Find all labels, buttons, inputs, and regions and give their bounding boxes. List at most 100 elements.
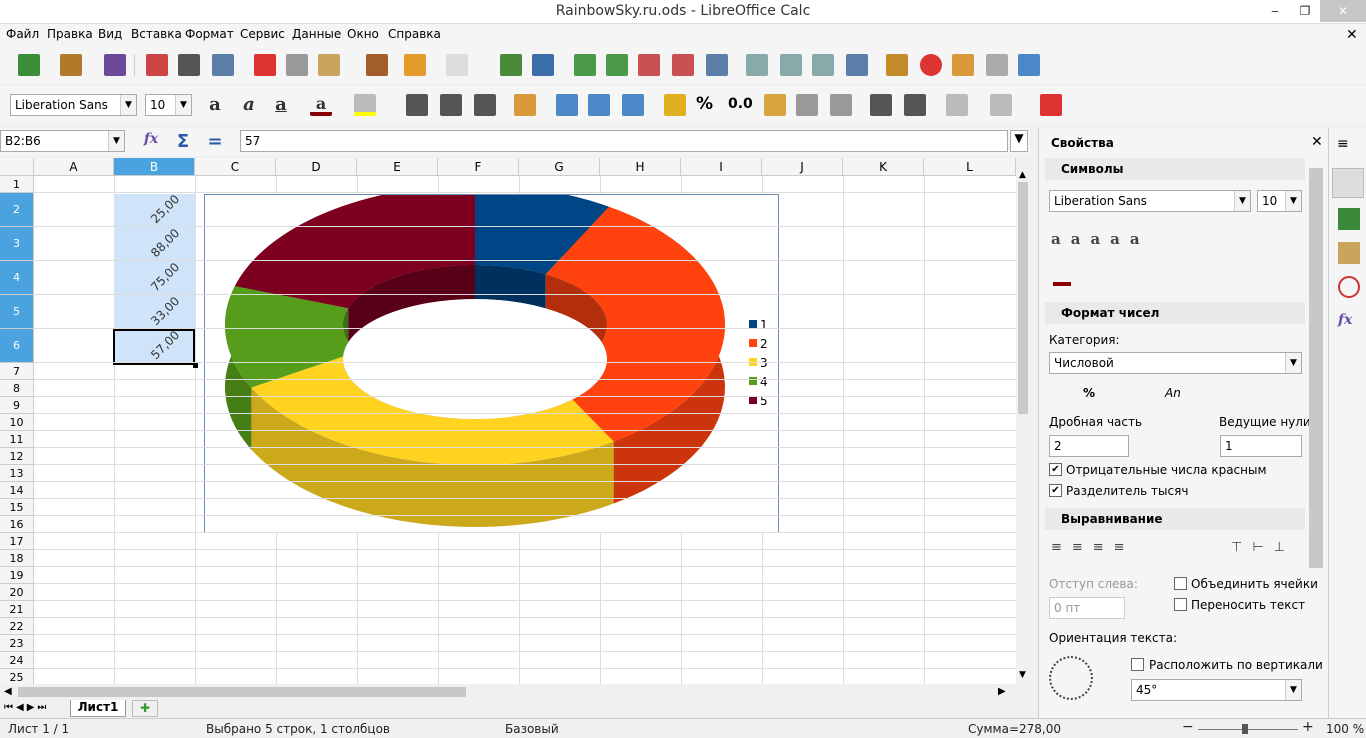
styles-deck-icon[interactable]: [1338, 208, 1360, 230]
column-header[interactable]: D: [276, 158, 357, 176]
column-header[interactable]: I: [681, 158, 762, 176]
column-header[interactable]: C: [195, 158, 276, 176]
orientation-dial[interactable]: [1049, 656, 1093, 700]
minimize-button[interactable]: ‒: [1258, 0, 1292, 22]
status-page-style[interactable]: Базовый: [505, 722, 559, 736]
row-header[interactable]: 8: [0, 380, 34, 397]
expand-formula-button[interactable]: ▼: [1010, 130, 1028, 152]
align-center-icon[interactable]: [440, 94, 462, 116]
row-header[interactable]: 17: [0, 533, 34, 550]
add-decimal-icon[interactable]: [796, 94, 818, 116]
neg-red-checkbox[interactable]: ✔: [1049, 463, 1062, 476]
sort-icon[interactable]: [746, 54, 768, 76]
merge-checkbox[interactable]: [1174, 577, 1187, 590]
row-header[interactable]: 10: [0, 414, 34, 431]
row-header[interactable]: 16: [0, 516, 34, 533]
row-header[interactable]: 11: [0, 431, 34, 448]
scroll-thumb[interactable]: [18, 687, 466, 697]
vertical-checkbox[interactable]: [1131, 658, 1144, 671]
row-header[interactable]: 6: [0, 329, 34, 363]
row-header[interactable]: 21: [0, 601, 34, 618]
close-document-icon[interactable]: ✕: [1346, 27, 1358, 43]
row-header[interactable]: 9: [0, 397, 34, 414]
formula-input[interactable]: 57: [240, 130, 1008, 152]
print-preview-icon[interactable]: [212, 54, 234, 76]
paste-icon[interactable]: [318, 54, 340, 76]
row-header[interactable]: 13: [0, 465, 34, 482]
align-top-icon[interactable]: [556, 94, 578, 116]
category-select[interactable]: Числовой ▼: [1049, 352, 1302, 374]
scroll-right-icon[interactable]: ▶: [998, 686, 1006, 697]
row-header[interactable]: 22: [0, 618, 34, 635]
horizontal-align-icons[interactable]: ≡≡≡≡: [1051, 540, 1135, 555]
row-header[interactable]: 19: [0, 567, 34, 584]
row-header[interactable]: 15: [0, 499, 34, 516]
wrap-text-icon[interactable]: [514, 94, 536, 116]
decrease-indent-icon[interactable]: [904, 94, 926, 116]
column-header[interactable]: K: [843, 158, 924, 176]
scroll-down-icon[interactable]: ▼: [1019, 670, 1026, 680]
sidebar-text-format-icon[interactable]: An: [1165, 386, 1181, 400]
italic-icon[interactable]: a: [238, 94, 260, 116]
align-right-icon[interactable]: [474, 94, 496, 116]
freeze-icon[interactable]: [706, 54, 728, 76]
row-header[interactable]: 24: [0, 652, 34, 669]
draw-functions-icon[interactable]: [1018, 54, 1040, 76]
wrap-checkbox[interactable]: [1174, 598, 1187, 611]
sheet-tab-active[interactable]: Лист1: [70, 700, 126, 717]
row-header[interactable]: 20: [0, 584, 34, 601]
menu-format[interactable]: Формат: [185, 27, 234, 41]
gallery-deck-icon[interactable]: [1338, 242, 1360, 264]
row-header[interactable]: 4: [0, 261, 34, 295]
maximize-button[interactable]: ❐: [1290, 0, 1320, 22]
align-bottom-icon[interactable]: [622, 94, 644, 116]
navigator-deck-icon[interactable]: [1338, 276, 1360, 298]
chevron-down-icon[interactable]: ▼: [1285, 680, 1301, 700]
zoom-in-icon[interactable]: +: [1302, 719, 1314, 735]
chevron-down-icon[interactable]: ▼: [175, 95, 191, 115]
sort-ascending-icon[interactable]: [812, 54, 834, 76]
menu-help[interactable]: Справка: [388, 27, 441, 41]
font-name-combo[interactable]: Liberation Sans ▼: [10, 94, 137, 116]
redo-icon[interactable]: [446, 54, 468, 76]
row-header[interactable]: 18: [0, 550, 34, 567]
sidebar-scroll-thumb[interactable]: [1309, 168, 1323, 568]
borders-icon[interactable]: [946, 94, 968, 116]
column-icon[interactable]: [606, 54, 628, 76]
border-style-icon[interactable]: [990, 94, 1012, 116]
column-header[interactable]: E: [357, 158, 438, 176]
copy-icon[interactable]: [286, 54, 308, 76]
sum-icon[interactable]: Σ: [172, 131, 194, 153]
column-header[interactable]: J: [762, 158, 843, 176]
vertical-align-icons[interactable]: ⊤⊢⊥: [1231, 540, 1295, 555]
spreadsheet-grid[interactable]: A B C D E F G H I J K L 25,00 88,00 75,0…: [0, 158, 1016, 684]
delete-decimal-icon[interactable]: [830, 94, 852, 116]
sidebar-percent-icon[interactable]: %: [1083, 386, 1095, 400]
decimals-spinner[interactable]: 2: [1049, 435, 1129, 457]
fill-handle[interactable]: [193, 363, 198, 368]
column-header[interactable]: F: [438, 158, 519, 176]
character-style-icons[interactable]: aaaaa: [1051, 230, 1150, 248]
highlight-color-icon[interactable]: [354, 94, 376, 116]
chevron-down-icon[interactable]: ▼: [1285, 353, 1301, 373]
column-header[interactable]: A: [34, 158, 114, 176]
section-number-format[interactable]: Формат чисел: [1045, 302, 1305, 324]
number-format-icon[interactable]: 0.0: [728, 96, 753, 112]
menu-tools[interactable]: Сервис: [240, 27, 285, 41]
sidebar-font-size[interactable]: 10 ▼: [1257, 190, 1302, 212]
menu-view[interactable]: Вид: [98, 27, 122, 41]
row-header[interactable]: 1: [0, 176, 34, 193]
menu-window[interactable]: Окно: [347, 27, 379, 41]
thousands-checkbox[interactable]: ✔: [1049, 484, 1062, 497]
chart-object[interactable]: 12345: [204, 185, 779, 533]
row-header[interactable]: 5: [0, 295, 34, 329]
cut-icon[interactable]: [254, 54, 276, 76]
functions-deck-icon[interactable]: fx: [1338, 312, 1352, 328]
sidebar-font-name[interactable]: Liberation Sans ▼: [1049, 190, 1251, 212]
find-replace-icon[interactable]: [532, 54, 554, 76]
open-icon[interactable]: [60, 54, 82, 76]
row-icon[interactable]: [574, 54, 596, 76]
undo-icon[interactable]: [404, 54, 426, 76]
status-sum[interactable]: Сумма=278,00: [968, 722, 1061, 736]
row-header[interactable]: 7: [0, 363, 34, 380]
